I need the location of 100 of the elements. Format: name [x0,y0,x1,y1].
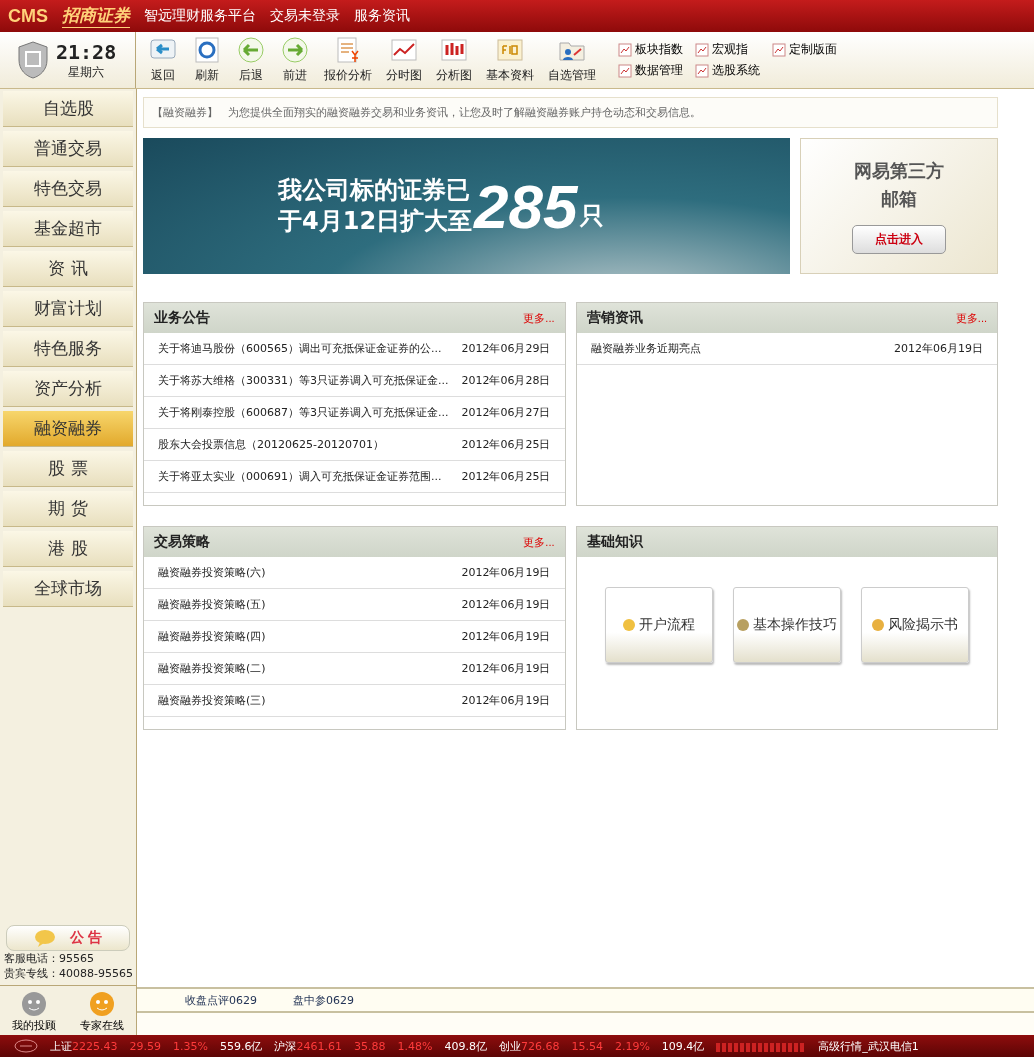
toolbar-button[interactable]: 分析图 [430,35,478,84]
smiley-icon [20,990,48,1018]
intro-text: 为您提供全面翔实的融资融券交易和业务资讯，让您及时了解融资融券账户持仓动态和交易信息。 [228,105,701,120]
more-link[interactable]: 更多... [523,534,555,550]
panel-title: 交易策略 [154,533,210,551]
smiley-icon [88,990,116,1018]
news-link[interactable]: 融资融券业务近期亮点 [590,341,701,356]
index-volume: 409.8亿 [444,1038,487,1054]
index-change: 29.59 [129,1039,161,1053]
vip-line-text: 贵宾专线：40088-95565 [3,966,134,981]
news-link[interactable]: 融资融券投资策略(四) [158,629,266,644]
title-menu-item[interactable]: 智远理财服务平台 [144,7,256,25]
sidebar-item[interactable]: 期 货 [3,491,133,527]
shield-icon [16,40,50,80]
news-date: 2012年06月25日 [461,437,551,452]
toolbar-button[interactable]: 选股系统 [695,62,760,79]
news-date: 2012年06月25日 [461,469,551,484]
news-date: 2012年06月28日 [461,373,551,388]
more-link[interactable]: 更多... [955,310,987,326]
sidebar-item[interactable]: 港 股 [3,531,133,567]
index-change: 15.54 [571,1039,603,1053]
mail-subtitle: 邮箱 [881,187,917,211]
toolbar-button[interactable]: 报价分析 [318,35,378,84]
banner-text: 我公司标的证券已 [278,174,471,206]
sidebar-item[interactable]: 资 讯 [3,251,133,287]
panel-title: 业务公告 [154,309,210,327]
report-link[interactable]: 收盘点评0629 [185,992,257,1008]
weekday-label: 星期六 [67,63,106,81]
toolbar-button[interactable]: 返回 [142,35,184,84]
sidebar-item[interactable]: 财富计划 [3,291,133,327]
news-link[interactable]: 融资融券投资策略(六) [158,565,266,580]
banner-unit: 只 [579,201,604,232]
news-date: 2012年06月29日 [461,341,551,356]
title-menu-item[interactable]: 交易未登录 [270,7,340,25]
sidebar-item[interactable]: 自选股 [3,91,133,127]
sidebar-item[interactable]: 基金超市 [3,211,133,247]
news-date: 2012年06月19日 [461,597,551,612]
sidebar-item[interactable]: 融资融券 [3,411,133,447]
toolbar-button[interactable]: 数据管理 [618,62,683,79]
sidebar-item[interactable]: 特色交易 [3,171,133,207]
guide-button[interactable]: 基本操作技巧 [732,587,841,663]
assistant-button[interactable]: 专家在线 [80,990,124,1033]
title-menu-item[interactable]: 服务资讯 [354,7,410,25]
chart-icon [772,42,786,57]
toolbar-button[interactable]: 自选管理 [542,35,602,84]
dot-icon [736,618,751,632]
index-name: 创业726.68 [498,1038,560,1054]
toolbar-button[interactable]: 分时图 [380,35,428,84]
hotline-text: 客服电话：95565 [3,951,95,966]
news-link[interactable]: 关于将刚泰控股（600687）等3只证券调入可充抵保证金... [158,405,449,420]
brand-name: 招商证券 [62,4,130,28]
news-link[interactable]: 融资融券投资策略(三) [158,693,266,708]
toolbar-button[interactable]: 定制版面 [772,41,837,58]
toolbar-button[interactable]: 后退 [230,35,272,84]
index-change: 35.88 [353,1039,386,1053]
news-date: 2012年06月19日 [461,693,551,708]
news-date: 2012年06月27日 [461,405,551,420]
banner-number: 285 [474,170,578,242]
chart-icon [695,63,709,78]
news-link[interactable]: 融资融券投资策略(二) [158,661,266,676]
toolbar-button[interactable]: 基本资料 [480,35,540,84]
speech-bubble-icon [33,929,56,947]
news-date: 2012年06月19日 [461,565,551,580]
server-label: 高级行情_武汉电信1 [818,1038,919,1054]
panel-title: 营销资讯 [586,309,643,327]
intro-tag: 【融资融券】 [152,105,218,120]
sidebar-item[interactable]: 普通交易 [3,131,133,167]
toolbar-button[interactable]: 前进 [274,35,316,84]
news-link[interactable]: 股东大会投票信息（20120625-20120701） [158,437,384,452]
sidebar-item[interactable]: 特色服务 [3,331,133,367]
toolbar-button[interactable]: 板块指数 [618,41,683,58]
guide-button[interactable]: 开户流程 [604,587,713,663]
news-link[interactable]: 关于将苏大维格（300331）等3只证券调入可充抵保证金... [158,373,449,388]
app-logo: CMS [8,5,48,27]
notice-button[interactable]: 公 告 [6,925,130,951]
ticker-icon [14,1039,38,1053]
news-date: 2012年06月19日 [461,629,551,644]
index-percent: 2.19% [614,1039,650,1053]
panel-title: 基础知识 [586,533,643,551]
news-link[interactable]: 关于将迪马股份（600565）调出可充抵保证金证券的公... [158,341,442,356]
toolbar-button[interactable]: 刷新 [186,35,228,84]
toolbar-button[interactable]: 宏观指 [695,41,760,58]
guide-button[interactable]: 风险揭示书 [860,587,969,663]
sidebar-item[interactable]: 股 票 [3,451,133,487]
assistant-button[interactable]: 我的投顾 [12,990,56,1033]
sidebar-item[interactable]: 全球市场 [3,571,133,607]
chart-icon [618,63,632,78]
news-link[interactable]: 关于将亚太实业（000691）调入可充抵保证金证券范围... [158,469,442,484]
report-link[interactable]: 盘中参0629 [293,992,354,1008]
chart-icon [695,42,709,57]
clock-time: 21:28 [56,39,117,64]
refresh-icon [192,35,222,65]
news-date: 2012年06月19日 [461,661,551,676]
mail-title: 网易第三方 [854,159,944,183]
index-percent: 1.35% [173,1039,208,1053]
enter-button[interactable]: 点击进入 [852,225,946,254]
more-link[interactable]: 更多... [523,310,555,326]
news-link[interactable]: 融资融券投资策略(五) [158,597,266,612]
index-name: 沪深2461.61 [274,1038,342,1054]
sidebar-item[interactable]: 资产分析 [3,371,133,407]
